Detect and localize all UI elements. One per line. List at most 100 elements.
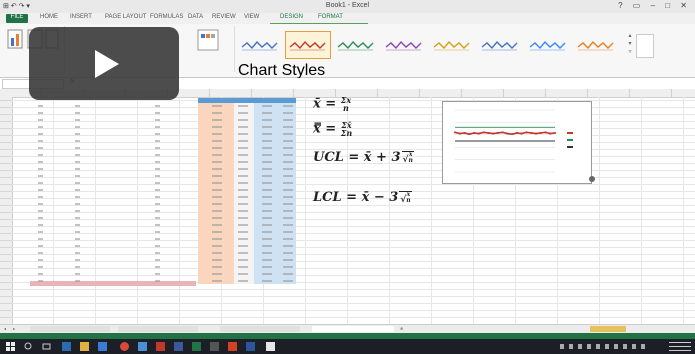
cell-value[interactable] xyxy=(155,210,160,212)
chart-point[interactable] xyxy=(492,132,495,135)
cell-value[interactable] xyxy=(212,119,222,121)
cell-value[interactable] xyxy=(283,133,293,135)
cell-value[interactable] xyxy=(262,210,272,212)
cell-value[interactable] xyxy=(238,161,248,163)
chart-style-thumbnail[interactable] xyxy=(574,32,618,58)
sheet-tab-active[interactable] xyxy=(312,326,394,332)
cell-value[interactable] xyxy=(238,189,248,191)
cell-value[interactable] xyxy=(283,238,293,240)
cell-value[interactable] xyxy=(238,224,248,226)
cell-value[interactable] xyxy=(283,175,293,177)
chart-point[interactable] xyxy=(534,132,537,135)
cell-value[interactable] xyxy=(238,126,248,128)
cell-value[interactable] xyxy=(212,126,222,128)
cell-value[interactable] xyxy=(262,266,272,268)
cell-value[interactable] xyxy=(155,126,160,128)
cell-value[interactable] xyxy=(262,245,272,247)
clock[interactable] xyxy=(669,342,691,351)
change-colors-icon[interactable] xyxy=(186,26,230,62)
cell-value[interactable] xyxy=(262,119,272,121)
cell-value[interactable] xyxy=(262,105,272,107)
cell-value[interactable] xyxy=(75,266,80,268)
cell-value[interactable] xyxy=(38,154,43,156)
tab-insert[interactable]: INSERT xyxy=(70,14,92,20)
tab-format[interactable]: FORMAT xyxy=(318,14,343,20)
cell-value[interactable] xyxy=(75,203,80,205)
cell-value[interactable] xyxy=(262,252,272,254)
cell-value[interactable] xyxy=(238,119,248,121)
cell-value[interactable] xyxy=(155,224,160,226)
cell-value[interactable] xyxy=(238,175,248,177)
chart-point[interactable] xyxy=(477,132,480,135)
cell-value[interactable] xyxy=(155,266,160,268)
cell-value[interactable] xyxy=(38,105,43,107)
cell-value[interactable] xyxy=(212,280,222,282)
chart-point[interactable] xyxy=(515,131,518,134)
cell-value[interactable] xyxy=(283,217,293,219)
cell-value[interactable] xyxy=(38,210,43,212)
cell-value[interactable] xyxy=(212,203,222,205)
cell-value[interactable] xyxy=(283,196,293,198)
cell-value[interactable] xyxy=(212,140,222,142)
cell-value[interactable] xyxy=(238,266,248,268)
zoom-highlight[interactable] xyxy=(590,326,626,332)
gallery-scroll[interactable]: ▴ ▾ ▿ xyxy=(626,32,634,58)
cell-value[interactable] xyxy=(212,245,222,247)
cell-value[interactable] xyxy=(38,161,43,163)
cell-value[interactable] xyxy=(262,154,272,156)
cell-value[interactable] xyxy=(38,112,43,114)
cell-value[interactable] xyxy=(238,133,248,135)
cell-value[interactable] xyxy=(262,175,272,177)
cell-value[interactable] xyxy=(38,252,43,254)
cell-value[interactable] xyxy=(75,105,80,107)
cell-value[interactable] xyxy=(283,224,293,226)
cell-value[interactable] xyxy=(38,196,43,198)
chart-point[interactable] xyxy=(554,131,556,134)
cell-value[interactable] xyxy=(38,133,43,135)
cell-value[interactable] xyxy=(38,182,43,184)
cell-value[interactable] xyxy=(155,119,160,121)
cell-value[interactable] xyxy=(238,105,248,107)
cell-value[interactable] xyxy=(75,175,80,177)
cell-value[interactable] xyxy=(283,140,293,142)
cell-value[interactable] xyxy=(238,203,248,205)
cell-value[interactable] xyxy=(38,126,43,128)
cell-value[interactable] xyxy=(262,273,272,275)
cell-value[interactable] xyxy=(262,189,272,191)
cell-value[interactable] xyxy=(283,259,293,261)
cell-value[interactable] xyxy=(212,210,222,212)
cell-value[interactable] xyxy=(283,112,293,114)
cell-value[interactable] xyxy=(155,280,160,282)
cell-value[interactable] xyxy=(238,210,248,212)
new-sheet-icon[interactable]: ⊕ xyxy=(400,326,410,332)
chart-point[interactable] xyxy=(454,131,456,134)
cell-value[interactable] xyxy=(75,210,80,212)
cell-value[interactable] xyxy=(283,252,293,254)
cell-value[interactable] xyxy=(212,224,222,226)
cell-value[interactable] xyxy=(155,105,160,107)
cell-value[interactable] xyxy=(38,259,43,261)
table-header-row[interactable] xyxy=(198,98,296,103)
cell-value[interactable] xyxy=(75,133,80,135)
cell-value[interactable] xyxy=(238,217,248,219)
store-icon[interactable] xyxy=(98,342,107,351)
cell-value[interactable] xyxy=(75,280,80,282)
cell-value[interactable] xyxy=(238,245,248,247)
cell-value[interactable] xyxy=(212,112,222,114)
cell-value[interactable] xyxy=(283,280,293,282)
chart-resize-handle[interactable] xyxy=(589,176,595,182)
cell-value[interactable] xyxy=(212,217,222,219)
cell-value[interactable] xyxy=(262,126,272,128)
cell-value[interactable] xyxy=(262,224,272,226)
cell-value[interactable] xyxy=(283,161,293,163)
cell-value[interactable] xyxy=(238,196,248,198)
cell-value[interactable] xyxy=(262,231,272,233)
task-view-icon[interactable] xyxy=(42,342,51,351)
chart-style-thumbnail[interactable] xyxy=(478,32,522,58)
cell-value[interactable] xyxy=(212,259,222,261)
cell-value[interactable] xyxy=(283,231,293,233)
cell-value[interactable] xyxy=(75,119,80,121)
cell-value[interactable] xyxy=(283,126,293,128)
cell-value[interactable] xyxy=(75,273,80,275)
cell-value[interactable] xyxy=(262,203,272,205)
